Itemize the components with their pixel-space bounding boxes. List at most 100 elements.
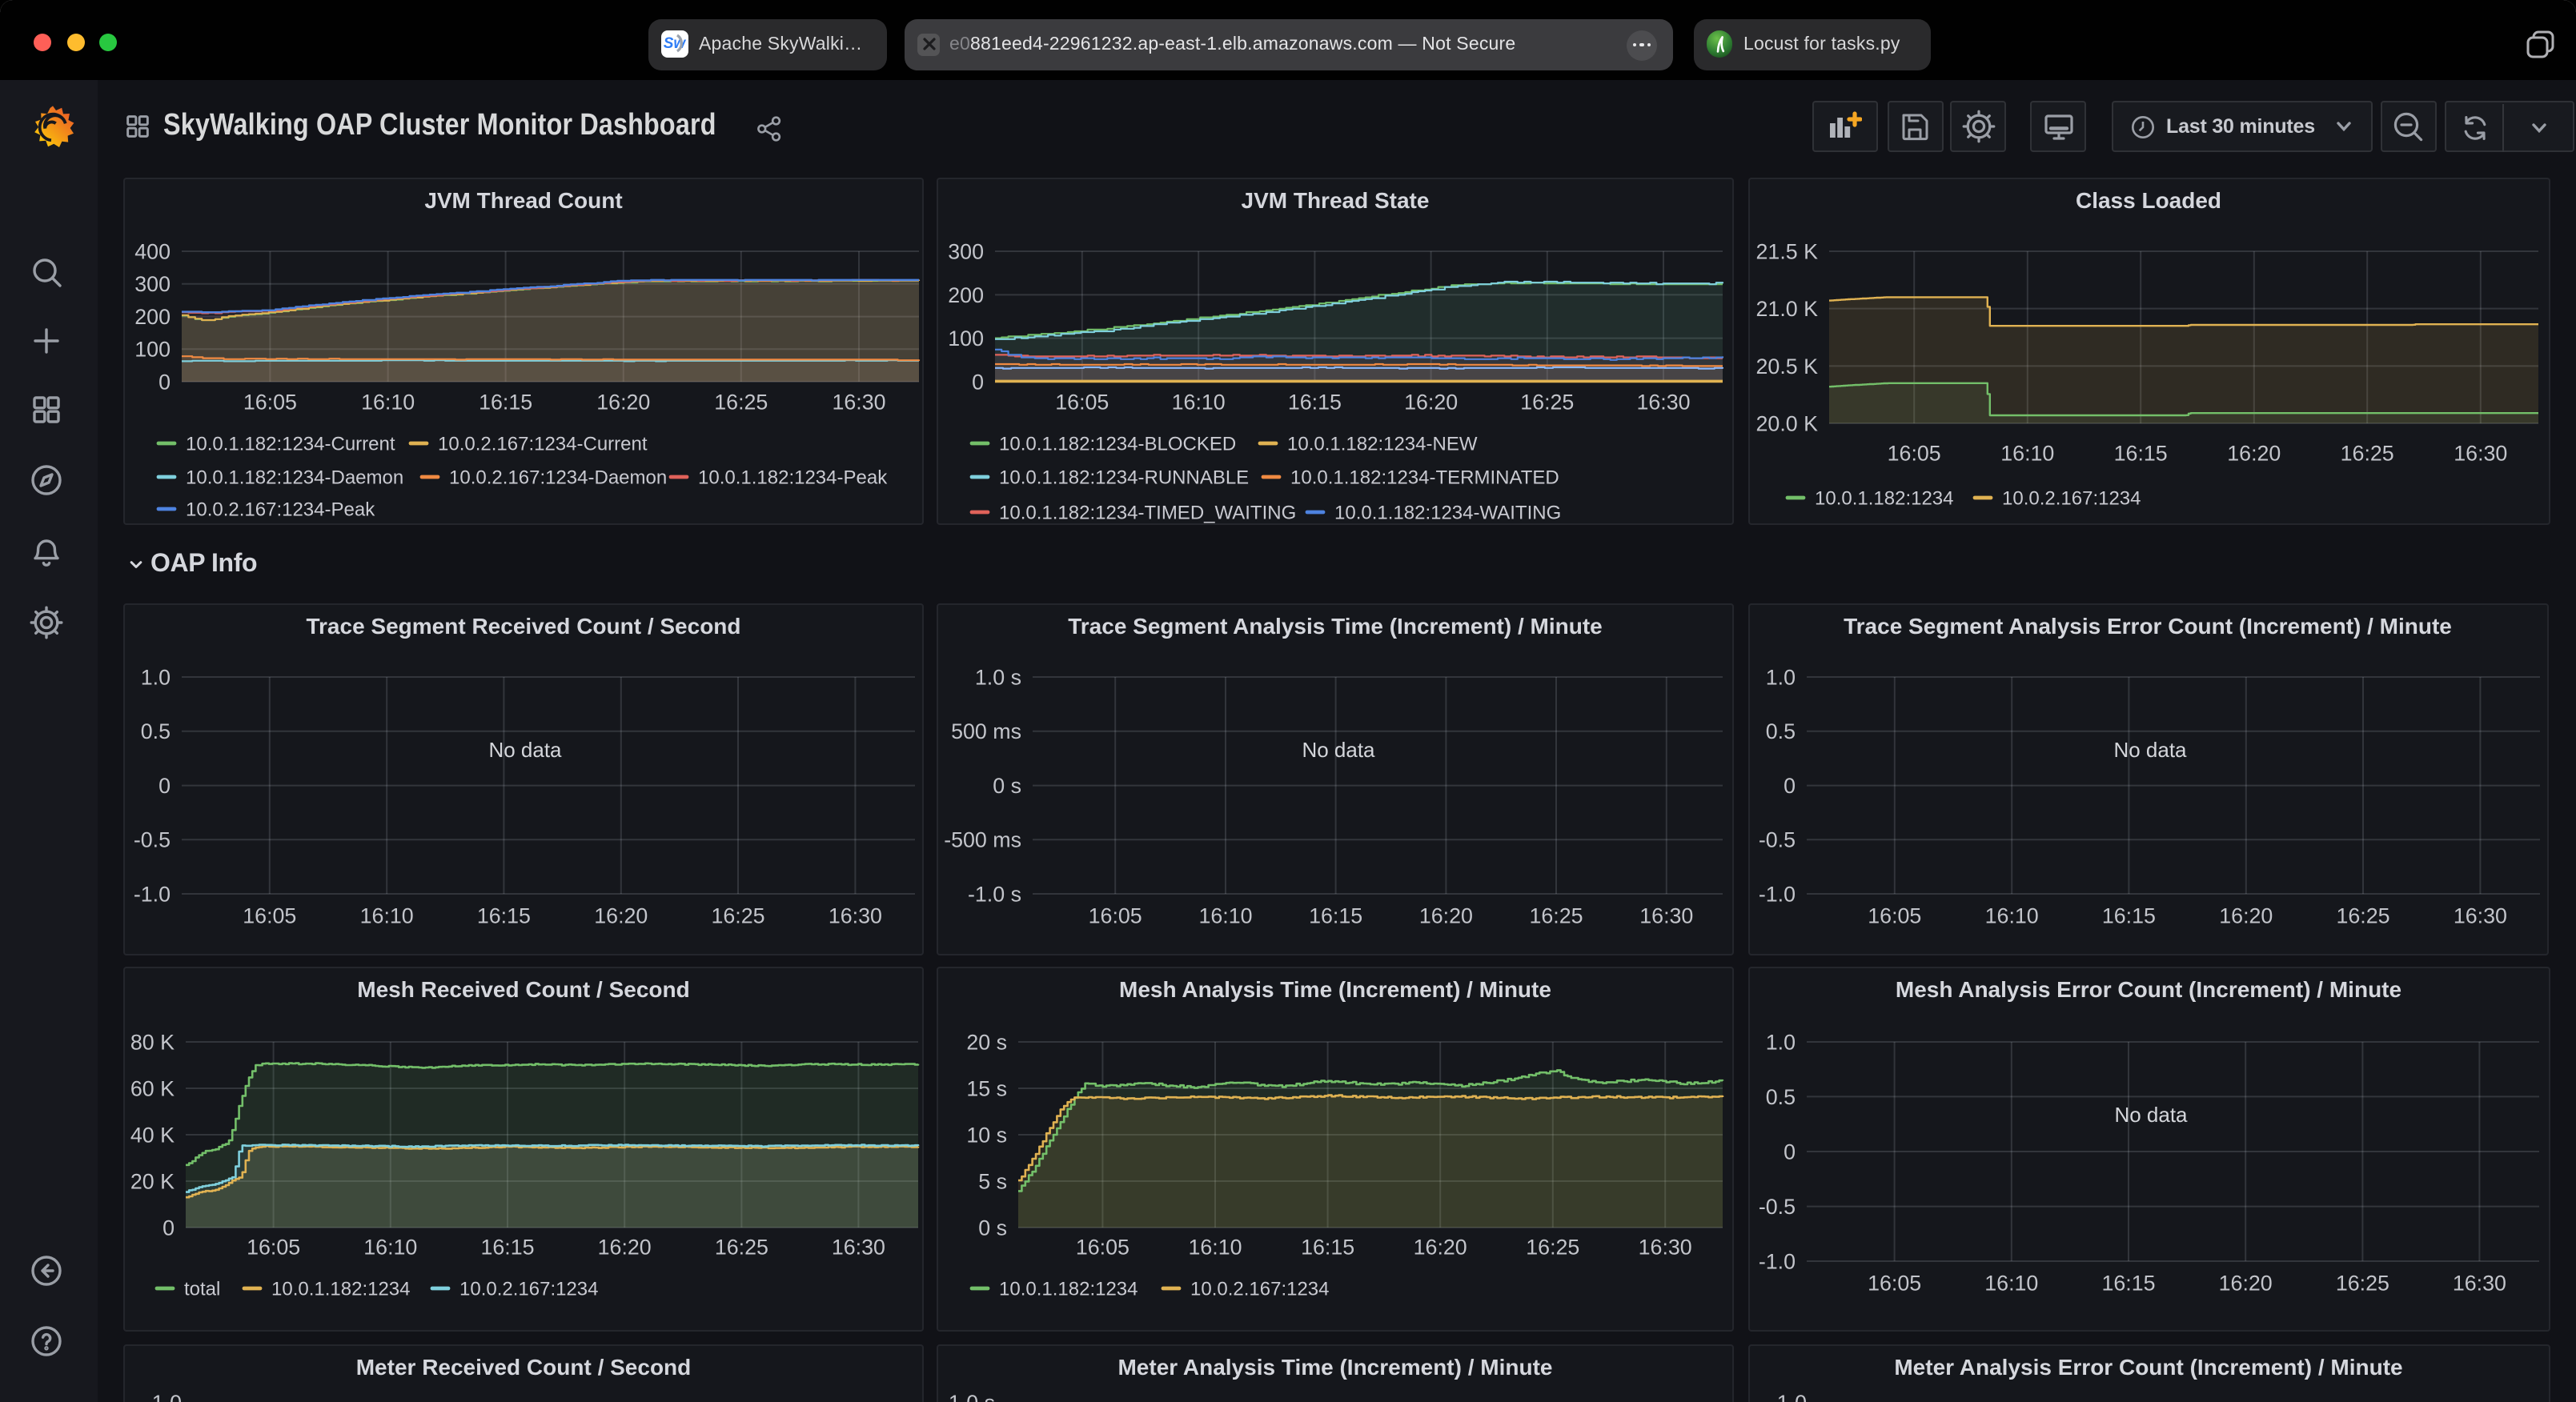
- svg-text:10.0.1.182:1234: 10.0.1.182:1234: [999, 1278, 1138, 1300]
- svg-text:16:15: 16:15: [2101, 1271, 2154, 1295]
- svg-text:0: 0: [158, 774, 171, 798]
- svg-text:10.0.2.167:1234-Current: 10.0.2.167:1234-Current: [438, 433, 648, 455]
- svg-text:10.0.2.167:1234-Daemon: 10.0.2.167:1234-Daemon: [449, 467, 667, 488]
- svg-text:0: 0: [163, 1216, 175, 1240]
- svg-text:16:05: 16:05: [243, 390, 297, 414]
- svg-text:16:15: 16:15: [479, 390, 532, 414]
- svg-text:16:20: 16:20: [2226, 441, 2280, 465]
- svg-text:-1.0: -1.0: [1758, 1249, 1795, 1273]
- svg-text:16:15: 16:15: [1288, 390, 1342, 414]
- svg-text:10.0.1.182:1234-BLOCKED: 10.0.1.182:1234-BLOCKED: [999, 433, 1236, 455]
- svg-text:16:25: 16:25: [2335, 1271, 2389, 1295]
- svg-text:100: 100: [948, 326, 984, 350]
- svg-text:16:30: 16:30: [2452, 1271, 2506, 1295]
- svg-text:10.0.2.167:1234: 10.0.2.167:1234: [1190, 1278, 1330, 1300]
- svg-text:-0.5: -0.5: [134, 828, 171, 852]
- svg-text:16:25: 16:25: [715, 1235, 768, 1259]
- svg-text:16:20: 16:20: [594, 903, 648, 927]
- svg-text:No data: No data: [2113, 1103, 2187, 1127]
- svg-text:16:05: 16:05: [1055, 390, 1109, 414]
- svg-text:0 s: 0 s: [978, 1216, 1007, 1240]
- svg-text:16:10: 16:10: [363, 1235, 417, 1259]
- svg-text:1.0 s: 1.0 s: [975, 665, 1021, 689]
- svg-text:16:25: 16:25: [714, 390, 768, 414]
- svg-text:0: 0: [972, 370, 984, 394]
- svg-text:10.0.1.182:1234: 10.0.1.182:1234: [271, 1278, 411, 1300]
- svg-text:21.5 K: 21.5 K: [1755, 239, 1818, 263]
- svg-text:16:20: 16:20: [2218, 1271, 2272, 1295]
- svg-text:400: 400: [134, 239, 171, 263]
- svg-text:0.5: 0.5: [1765, 1085, 1795, 1109]
- svg-text:16:10: 16:10: [1198, 903, 1252, 927]
- svg-text:10.0.2.167:1234-Peak: 10.0.2.167:1234-Peak: [186, 499, 375, 520]
- svg-text:10.0.1.182:1234-TIMED_WAITING: 10.0.1.182:1234-TIMED_WAITING: [999, 502, 1296, 523]
- svg-text:1.0: 1.0: [141, 665, 171, 689]
- svg-text:16:15: 16:15: [2113, 441, 2167, 465]
- svg-text:16:20: 16:20: [1419, 903, 1473, 927]
- svg-text:16:10: 16:10: [1984, 903, 2038, 927]
- svg-text:16:20: 16:20: [596, 390, 650, 414]
- svg-text:16:15: 16:15: [480, 1235, 534, 1259]
- svg-text:16:05: 16:05: [1887, 441, 1940, 465]
- svg-text:21.0 K: 21.0 K: [1755, 297, 1818, 321]
- svg-text:0.5: 0.5: [1765, 719, 1795, 743]
- svg-text:No data: No data: [1302, 738, 1375, 762]
- svg-text:-500 ms: -500 ms: [944, 828, 1021, 852]
- svg-text:1.0 s: 1.0 s: [949, 1391, 995, 1402]
- svg-text:1.0: 1.0: [152, 1391, 182, 1402]
- svg-text:10.0.2.167:1234: 10.0.2.167:1234: [2001, 487, 2141, 509]
- svg-text:10.0.1.182:1234-TERMINATED: 10.0.1.182:1234-TERMINATED: [1290, 467, 1559, 488]
- svg-text:300: 300: [134, 272, 171, 296]
- svg-text:16:30: 16:30: [1639, 903, 1693, 927]
- svg-text:16:20: 16:20: [598, 1235, 652, 1259]
- svg-text:16:10: 16:10: [361, 390, 415, 414]
- svg-text:16:10: 16:10: [1172, 390, 1226, 414]
- svg-text:10.0.2.167:1234: 10.0.2.167:1234: [459, 1278, 599, 1300]
- svg-text:16:30: 16:30: [2453, 903, 2506, 927]
- svg-text:16:10: 16:10: [360, 903, 414, 927]
- svg-text:16:30: 16:30: [832, 1235, 885, 1259]
- svg-text:16:30: 16:30: [832, 390, 885, 414]
- svg-text:20.5 K: 20.5 K: [1755, 355, 1818, 379]
- svg-text:16:05: 16:05: [243, 903, 296, 927]
- svg-text:200: 200: [134, 305, 171, 329]
- svg-text:20.0 K: 20.0 K: [1755, 411, 1818, 435]
- svg-text:100: 100: [134, 338, 171, 362]
- svg-text:10.0.1.182:1234-NEW: 10.0.1.182:1234-NEW: [1287, 433, 1478, 455]
- svg-text:80 K: 80 K: [130, 1030, 175, 1054]
- svg-text:10.0.1.182:1234: 10.0.1.182:1234: [1814, 487, 1953, 509]
- svg-text:1.0: 1.0: [1776, 1391, 1806, 1402]
- svg-text:16:10: 16:10: [1984, 1271, 2037, 1295]
- svg-text:0: 0: [1783, 1140, 1795, 1164]
- svg-text:10 s: 10 s: [966, 1123, 1007, 1147]
- svg-text:16:20: 16:20: [1414, 1235, 1467, 1259]
- svg-text:-1.0 s: -1.0 s: [968, 882, 1021, 906]
- svg-text:0: 0: [158, 370, 171, 394]
- svg-text:-1.0: -1.0: [134, 882, 171, 906]
- svg-text:16:10: 16:10: [1188, 1235, 1242, 1259]
- svg-text:15 s: 15 s: [966, 1076, 1007, 1100]
- svg-text:No data: No data: [488, 738, 562, 762]
- svg-text:16:20: 16:20: [1404, 390, 1458, 414]
- svg-text:20 K: 20 K: [130, 1169, 175, 1193]
- svg-text:500 ms: 500 ms: [951, 719, 1021, 743]
- svg-text:16:05: 16:05: [247, 1235, 300, 1259]
- svg-text:16:15: 16:15: [1301, 1235, 1354, 1259]
- svg-text:-0.5: -0.5: [1758, 1195, 1795, 1219]
- svg-text:16:30: 16:30: [1639, 1235, 1692, 1259]
- svg-text:10.0.1.182:1234-RUNNABLE: 10.0.1.182:1234-RUNNABLE: [999, 467, 1249, 488]
- svg-text:16:30: 16:30: [2453, 441, 2506, 465]
- svg-text:10.0.1.182:1234-Peak: 10.0.1.182:1234-Peak: [698, 467, 888, 488]
- svg-text:20 s: 20 s: [966, 1030, 1007, 1054]
- svg-text:16:05: 16:05: [1867, 1271, 1920, 1295]
- svg-text:16:15: 16:15: [1309, 903, 1362, 927]
- svg-text:No data: No data: [2113, 738, 2186, 762]
- svg-text:1.0: 1.0: [1765, 1030, 1795, 1054]
- svg-text:10.0.1.182:1234-Current: 10.0.1.182:1234-Current: [186, 433, 395, 455]
- svg-text:16:20: 16:20: [2218, 903, 2272, 927]
- svg-text:40 K: 40 K: [130, 1123, 175, 1147]
- svg-text:16:15: 16:15: [2101, 903, 2155, 927]
- svg-text:1.0: 1.0: [1765, 665, 1795, 689]
- svg-text:5 s: 5 s: [978, 1169, 1007, 1193]
- svg-text:16:25: 16:25: [711, 903, 764, 927]
